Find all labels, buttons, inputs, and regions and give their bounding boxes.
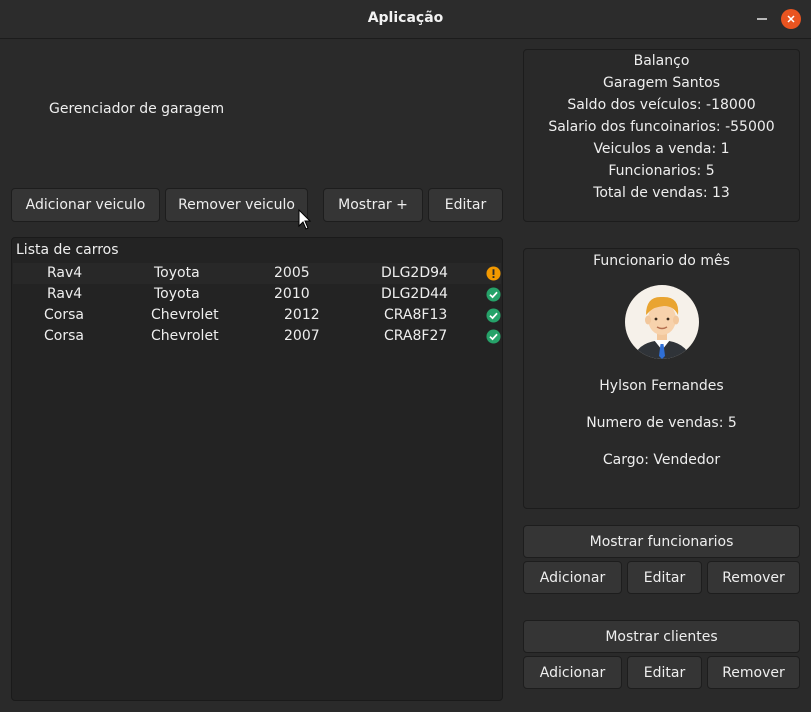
employee-sales: Numero de vendas: 5 (586, 415, 737, 431)
table-row[interactable]: Rav4 Toyota 2005 DLG2D94 (13, 263, 501, 284)
total-sales: Total de vendas: 13 (593, 185, 730, 201)
employee-role: Cargo: Vendedor (602, 452, 721, 468)
app-label: Gerenciador de garagem (49, 101, 225, 117)
vehicles-for-sale: Veiculos a venda: 1 (593, 141, 730, 157)
car-model: Rav4 (47, 265, 83, 281)
check-icon (486, 287, 501, 302)
car-plate: CRA8F27 (384, 328, 448, 344)
show-clients-button[interactable]: Mostrar clientes (523, 620, 800, 653)
car-brand: Toyota (154, 286, 200, 302)
employee-of-month-panel: Funcionario do mês Hylson Fernandes Nume… (523, 248, 800, 509)
add-employee-button[interactable]: Adicionar (523, 561, 622, 594)
car-model: Corsa (44, 328, 84, 344)
car-brand: Chevrolet (151, 307, 219, 323)
table-row[interactable]: Corsa Chevrolet 2007 CRA8F27 (13, 326, 501, 347)
car-list-title: Lista de carros (16, 242, 119, 258)
window-title: Aplicação (367, 10, 444, 26)
employees-salary: Salario dos funcoinarios: -55000 (548, 119, 775, 135)
show-employees-button[interactable]: Mostrar funcionarios (523, 525, 800, 558)
car-model: Corsa (44, 307, 84, 323)
employee-name: Hylson Fernandes (599, 378, 724, 394)
show-more-button[interactable]: Mostrar + (323, 188, 423, 222)
add-client-button[interactable]: Adicionar (523, 656, 622, 689)
remove-employee-button[interactable]: Remover (707, 561, 800, 594)
car-brand: Toyota (154, 265, 200, 281)
balance-title: Balanço (633, 53, 690, 69)
table-row[interactable]: Corsa Chevrolet 2012 CRA8F13 (13, 305, 501, 326)
title-bar: Aplicação (0, 0, 811, 39)
car-list[interactable]: Lista de carros Rav4 Toyota 2005 DLG2D94… (11, 237, 503, 701)
garage-name: Garagem Santos (602, 75, 721, 91)
warning-icon (486, 266, 501, 281)
car-plate: DLG2D94 (381, 265, 448, 281)
avatar (625, 285, 699, 359)
car-model: Rav4 (47, 286, 83, 302)
add-vehicle-button[interactable]: Adicionar veiculo (11, 188, 160, 222)
close-button[interactable] (781, 9, 801, 29)
edit-employee-button[interactable]: Editar (627, 561, 702, 594)
employees-count: Funcionarios: 5 (608, 163, 715, 179)
table-row[interactable]: Rav4 Toyota 2010 DLG2D44 (13, 284, 501, 305)
remove-vehicle-button[interactable]: Remover veiculo (165, 188, 308, 222)
balance-panel: Balanço Garagem Santos Saldo dos veículo… (523, 49, 800, 222)
vehicles-balance: Saldo dos veículos: -18000 (567, 97, 756, 113)
edit-button[interactable]: Editar (428, 188, 503, 222)
car-year: 2010 (274, 286, 310, 302)
edit-client-button[interactable]: Editar (627, 656, 702, 689)
car-brand: Chevrolet (151, 328, 219, 344)
car-year: 2005 (274, 265, 310, 281)
minimize-icon[interactable] (752, 8, 772, 28)
check-icon (486, 329, 501, 344)
mouse-cursor-icon (298, 209, 312, 230)
car-plate: CRA8F13 (384, 307, 448, 323)
car-year: 2007 (284, 328, 320, 344)
car-year: 2012 (284, 307, 320, 323)
check-icon (486, 308, 501, 323)
remove-client-button[interactable]: Remover (707, 656, 800, 689)
employee-of-month-title: Funcionario do mês (593, 253, 730, 269)
car-plate: DLG2D44 (381, 286, 448, 302)
close-icon (787, 15, 795, 23)
